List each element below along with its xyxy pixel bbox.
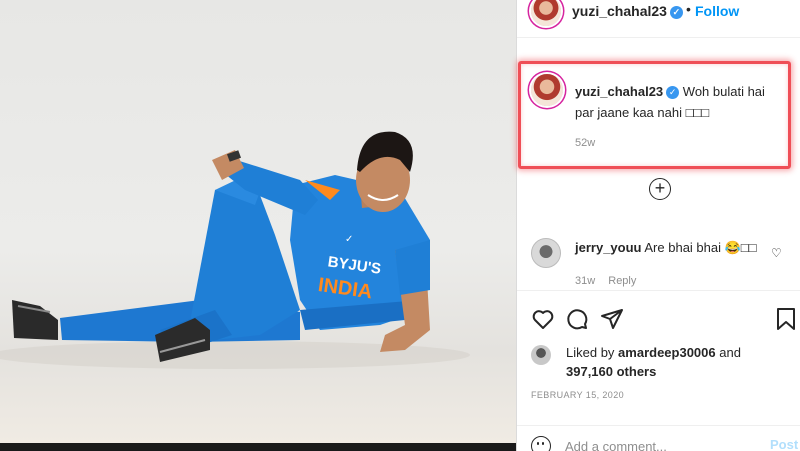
reply-button[interactable]: Reply: [608, 275, 636, 287]
post-side-panel: yuzi_chahal23 ✓ • Follow yuzi_chahal23 ✓ W…: [516, 0, 800, 451]
plus-circle-icon[interactable]: +: [649, 178, 671, 200]
post-comment-button[interactable]: Post: [770, 437, 798, 451]
share-icon[interactable]: [600, 307, 624, 331]
commenter-avatar[interactable]: [531, 238, 561, 268]
author-username[interactable]: yuzi_chahal23 ✓: [572, 3, 683, 19]
heart-outline-icon[interactable]: ♡: [771, 246, 782, 260]
comment-username[interactable]: jerry_youu: [575, 240, 641, 255]
caption-timestamp[interactable]: 52w: [575, 137, 595, 149]
caption-username[interactable]: yuzi_chahal23: [575, 84, 663, 99]
liker-username[interactable]: amardeep30006: [618, 345, 716, 360]
heart-icon[interactable]: [531, 307, 555, 331]
comment-input[interactable]: [565, 436, 755, 451]
comment-timestamp[interactable]: 31w: [575, 275, 595, 287]
caption-avatar[interactable]: [531, 74, 563, 106]
liker-avatar[interactable]: [531, 345, 551, 365]
follow-button[interactable]: Follow: [695, 3, 739, 19]
post-photo[interactable]: BYJU'S INDIA ✓: [0, 0, 516, 451]
comment-body: Are bhai bhai 😂□□: [644, 240, 757, 255]
post-date[interactable]: FEBRUARY 15, 2020: [531, 390, 624, 400]
photo-bottom-bar: [0, 443, 516, 451]
author-avatar[interactable]: [531, 0, 561, 26]
caption-text: yuzi_chahal23 ✓ Woh bulati hai par jaane …: [575, 81, 785, 123]
add-comment-bar: Post: [517, 425, 800, 451]
comment-icon[interactable]: [565, 307, 589, 331]
likes-text[interactable]: Liked by amardeep30006 and 397,160 other…: [566, 343, 786, 381]
verified-badge-icon: ✓: [669, 5, 683, 19]
cricketer-image: BYJU'S INDIA ✓: [0, 131, 470, 369]
verified-badge-icon: ✓: [666, 86, 680, 100]
bookmark-icon[interactable]: [775, 307, 797, 331]
post-actions: [517, 290, 800, 350]
post-header: yuzi_chahal23 ✓ • Follow: [517, 0, 800, 38]
svg-text:✓: ✓: [345, 234, 353, 245]
comment-meta: 31w Reply: [575, 275, 646, 287]
header-separator: •: [686, 1, 691, 17]
comment-text: jerry_youu Are bhai bhai 😂□□: [575, 240, 757, 256]
emoji-icon[interactable]: [531, 436, 551, 451]
likes-count[interactable]: 397,160 others: [566, 364, 656, 379]
